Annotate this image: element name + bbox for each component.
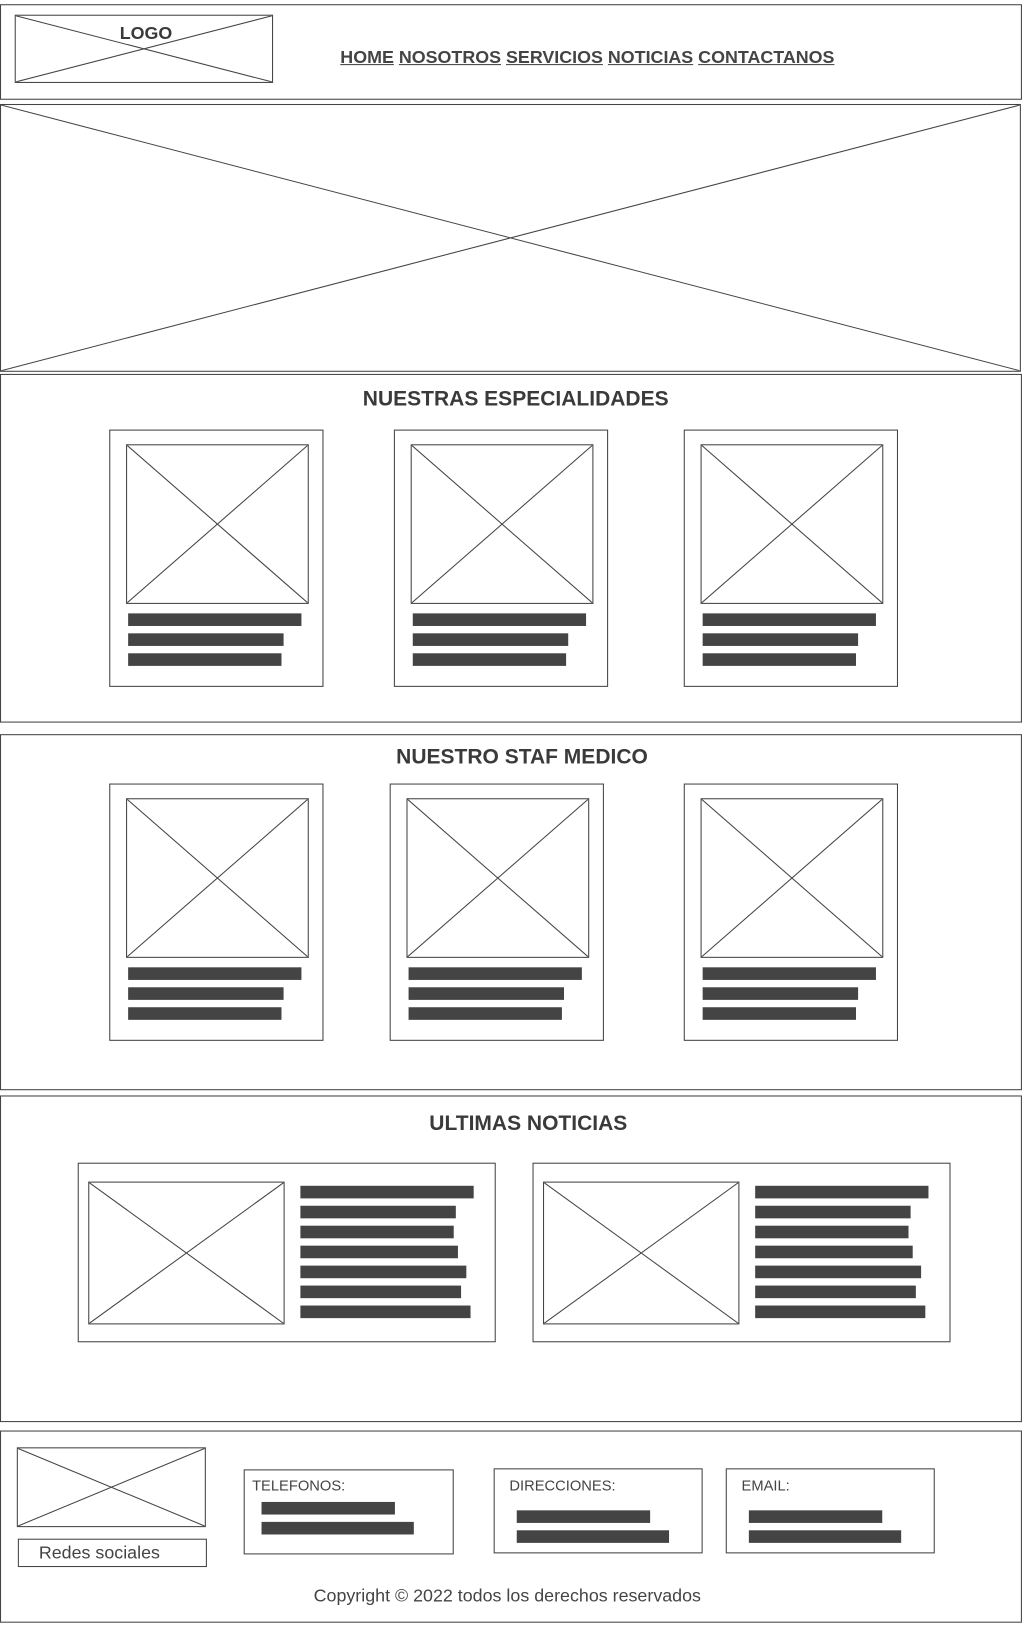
image-placeholder-icon [702,799,883,957]
news-text-line [300,1305,471,1319]
image-placeholder-icon [1,105,1020,371]
social-label: Redes sociales [38,1542,160,1563]
news-text-line [300,1265,467,1279]
specialty-card-text-line [702,613,876,626]
nav-contactanos[interactable]: CONTACTANOS [698,47,834,67]
news-title: ULTIMAS NOTICIAS [429,1112,628,1136]
logo-text: LOGO [119,23,173,44]
staff-card-text-line [408,967,582,980]
news-text-line [755,1205,911,1219]
nav-servicios[interactable]: SERVICIOS [506,47,603,67]
specialty-card-text-line [412,633,569,646]
news-text-line [300,1285,462,1299]
staff-card-image-placeholder [406,798,590,958]
staff-card-text-line [128,1007,282,1020]
email-line-1 [748,1510,883,1523]
specialty-card-image-placeholder [410,444,594,604]
staff-card-text-line [408,1007,562,1020]
staff-card-image-placeholder [700,798,884,958]
staff-card-image-placeholder [126,798,309,958]
image-placeholder-icon [408,799,589,957]
image-placeholder-icon [412,445,593,603]
phones-label: TELEFONOS: [252,1476,346,1494]
staff-card-text-line [128,987,284,1000]
specialty-card-image-placeholder [126,444,309,604]
phone-line-2 [261,1521,414,1535]
news-text-line [755,1245,913,1259]
image-placeholder-icon [127,799,308,957]
news-text-line [300,1245,458,1259]
image-placeholder-icon [89,1183,283,1324]
address-line-1 [516,1510,651,1523]
email-line-2 [748,1530,902,1543]
staff-card-text-line [702,987,859,1000]
staff-card-text-line [408,987,565,1000]
news-text-line [755,1285,916,1299]
news-text-line [300,1205,456,1219]
news-text-line [755,1225,909,1239]
specialty-card-text-line [702,633,859,646]
staff-card-text-line [128,967,302,980]
news-image-placeholder [543,1181,740,1325]
copyright: Copyright © 2022 todos los derechos rese… [313,1585,701,1606]
specialty-card-text-line [702,653,856,666]
news-text-line [755,1265,922,1279]
specialty-card-image-placeholder [700,444,884,604]
phone-line-1 [261,1501,395,1515]
addresses-label: DIRECCIONES: [509,1476,616,1494]
staff-title: NUESTRO STAF MEDICO [396,745,648,769]
specialty-card-text-line [128,613,302,626]
image-placeholder-icon [127,445,308,603]
news-text-line [755,1305,926,1319]
nav-home[interactable]: HOME [340,47,394,67]
news-text-line [300,1225,454,1239]
image-placeholder-icon [544,1183,738,1324]
staff-card-text-line [702,967,876,980]
main-nav: HOME NOSOTROS SERVICIOS NOTICIAS CONTACT… [340,47,834,68]
staff-card-text-line [702,1007,856,1020]
nav-nosotros[interactable]: NOSOTROS [399,47,501,67]
news-text-line [300,1185,474,1199]
news-image-placeholder [88,1181,285,1325]
news-text-line [755,1185,929,1199]
specialty-card-text-line [128,653,282,666]
specialty-card-text-line [412,653,567,666]
image-placeholder-icon [702,445,883,603]
specialty-card-text-line [412,613,587,626]
email-label: EMAIL: [741,1476,790,1494]
specialty-card-text-line [128,633,284,646]
footer-image-placeholder [16,1447,206,1528]
hero-image-placeholder [0,103,1021,372]
nav-noticias[interactable]: NOTICIAS [608,47,693,67]
address-line-2 [516,1530,670,1543]
specialties-title: NUESTRAS ESPECIALIDADES [362,387,669,411]
image-placeholder-icon [18,1448,205,1526]
